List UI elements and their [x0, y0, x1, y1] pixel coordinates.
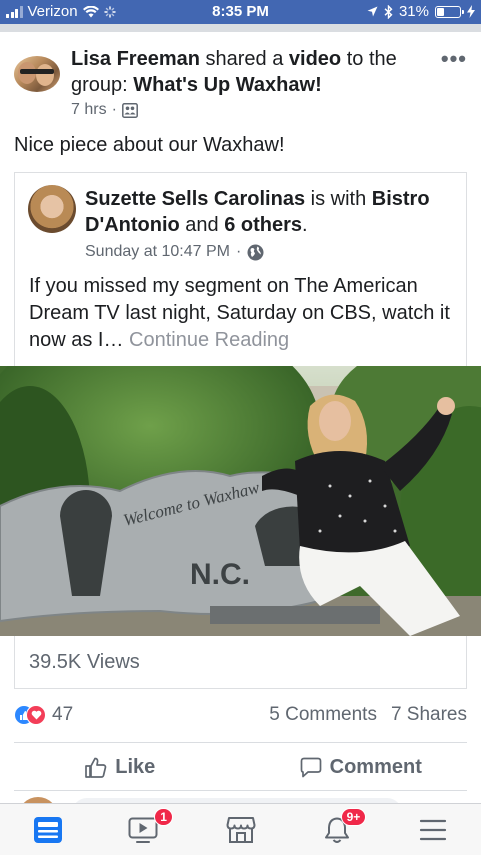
shares-count-link[interactable]: 7 Shares [391, 704, 467, 726]
avatar[interactable] [28, 185, 76, 233]
post-text: Nice piece about our Waxhaw! [14, 134, 285, 156]
comments-count-link[interactable]: 5 Comments [269, 704, 377, 726]
shared-post-body: If you missed my segment on The American… [29, 275, 450, 351]
shared-post-header: Suzette Sells Carolinas is with Bistro D… [85, 188, 430, 236]
marketplace-icon [226, 816, 255, 843]
bench-sign-nc: N.C. [190, 558, 250, 591]
tagged-others-link[interactable]: 6 others [224, 214, 302, 236]
charging-bolt-icon [467, 5, 475, 18]
comment-bubble-icon [300, 757, 321, 777]
like-label: Like [115, 755, 156, 778]
comment-button[interactable]: Comment [241, 750, 481, 784]
news-feed-icon [34, 816, 63, 843]
location-arrow-icon [367, 6, 378, 17]
post-actions: Like Comment [0, 750, 481, 784]
notifications-badge: 9+ [340, 808, 367, 826]
watch-badge: 1 [154, 808, 173, 826]
group-members-icon [121, 102, 138, 118]
divider [14, 790, 467, 791]
bottom-tab-bar: 1 9+ [0, 803, 481, 855]
thumbs-up-icon [85, 757, 107, 778]
comment-label: Comment [329, 755, 422, 778]
more-options-icon[interactable]: ••• [441, 46, 467, 72]
post-time[interactable]: 7 hrs [71, 101, 107, 119]
divider [14, 742, 467, 743]
love-reaction-icon [26, 705, 46, 725]
shared-object-link[interactable]: video [289, 48, 341, 70]
continue-reading-link[interactable]: Continue Reading [129, 329, 289, 351]
reactions-summary[interactable]: 47 [14, 704, 73, 726]
feed-separator [0, 24, 481, 32]
video-view-count: 39.5K Views [29, 651, 140, 673]
menu-icon [419, 819, 447, 840]
battery-icon [435, 5, 464, 18]
author-name[interactable]: Lisa Freeman [71, 48, 200, 70]
post-header: Lisa Freeman shared a video to the group… [71, 48, 397, 96]
shared-post-meta: Sunday at 10:47 PM · [85, 243, 264, 261]
battery-percent: 31% [398, 3, 429, 20]
post-meta: 7 hrs · [71, 101, 138, 119]
tab-menu[interactable] [385, 804, 481, 855]
tab-watch[interactable]: 1 [96, 804, 192, 855]
avatar[interactable] [14, 56, 60, 92]
video-player[interactable]: Welcome to Waxhaw N.C. [0, 366, 481, 636]
video-thumbnail: Welcome to Waxhaw N.C. [0, 366, 481, 636]
tab-notifications[interactable]: 9+ [289, 804, 385, 855]
tab-marketplace[interactable] [192, 804, 288, 855]
group-name[interactable]: What's Up Waxhaw! [133, 74, 321, 96]
like-button[interactable]: Like [0, 750, 241, 784]
shared-post-time[interactable]: Sunday at 10:47 PM [85, 243, 230, 261]
shared-author-name[interactable]: Suzette Sells Carolinas [85, 188, 305, 210]
status-bar: Verizon 8:35 PM 31% [0, 0, 481, 24]
engagement-counts: 5 Comments 7 Shares [269, 704, 467, 726]
tab-news-feed[interactable] [0, 804, 96, 855]
bluetooth-icon [384, 4, 393, 19]
reaction-count[interactable]: 47 [52, 704, 73, 726]
globe-icon [247, 244, 264, 260]
